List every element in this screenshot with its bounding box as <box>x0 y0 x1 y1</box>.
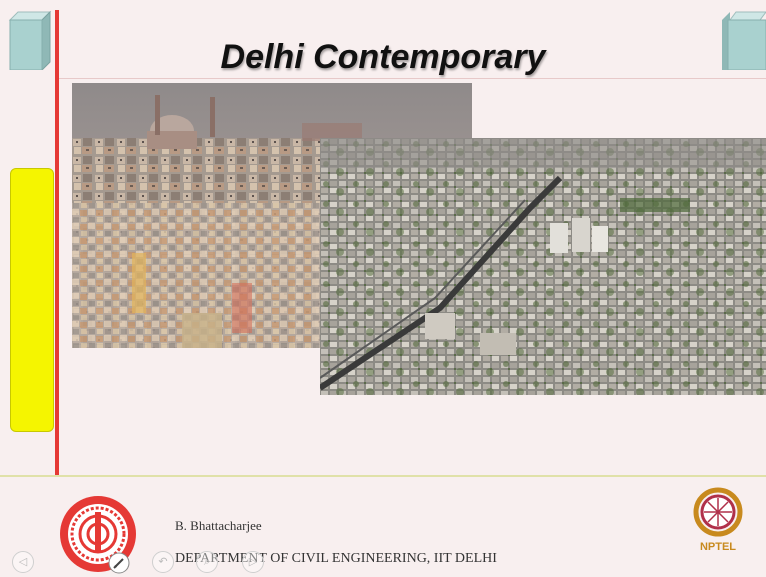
slide: Delhi Contemporary B. Bhattacharjee DEPA… <box>0 0 766 577</box>
photo-modern-delhi <box>320 138 766 395</box>
footer-divider <box>0 475 766 477</box>
nav-search-icon[interactable]: ⌕ <box>196 551 218 573</box>
pen-tool-icon[interactable] <box>108 552 130 574</box>
accent-vertical-line <box>55 10 59 475</box>
yellow-side-bar <box>10 168 54 432</box>
slide-title: Delhi Contemporary <box>220 38 546 76</box>
nptel-logo: NPTEL <box>693 487 743 553</box>
nav-back-icon[interactable]: ↶ <box>152 551 174 573</box>
author-name: B. Bhattacharjee <box>175 518 262 533</box>
nav-prev-button[interactable]: ◁ <box>12 551 34 573</box>
nptel-logo-text: NPTEL <box>700 541 736 553</box>
department-name: DEPARTMENT OF CIVIL ENGINEERING, IIT DEL… <box>175 551 497 566</box>
nav-next-button[interactable]: ▷ <box>242 551 264 573</box>
title-divider <box>59 78 766 79</box>
